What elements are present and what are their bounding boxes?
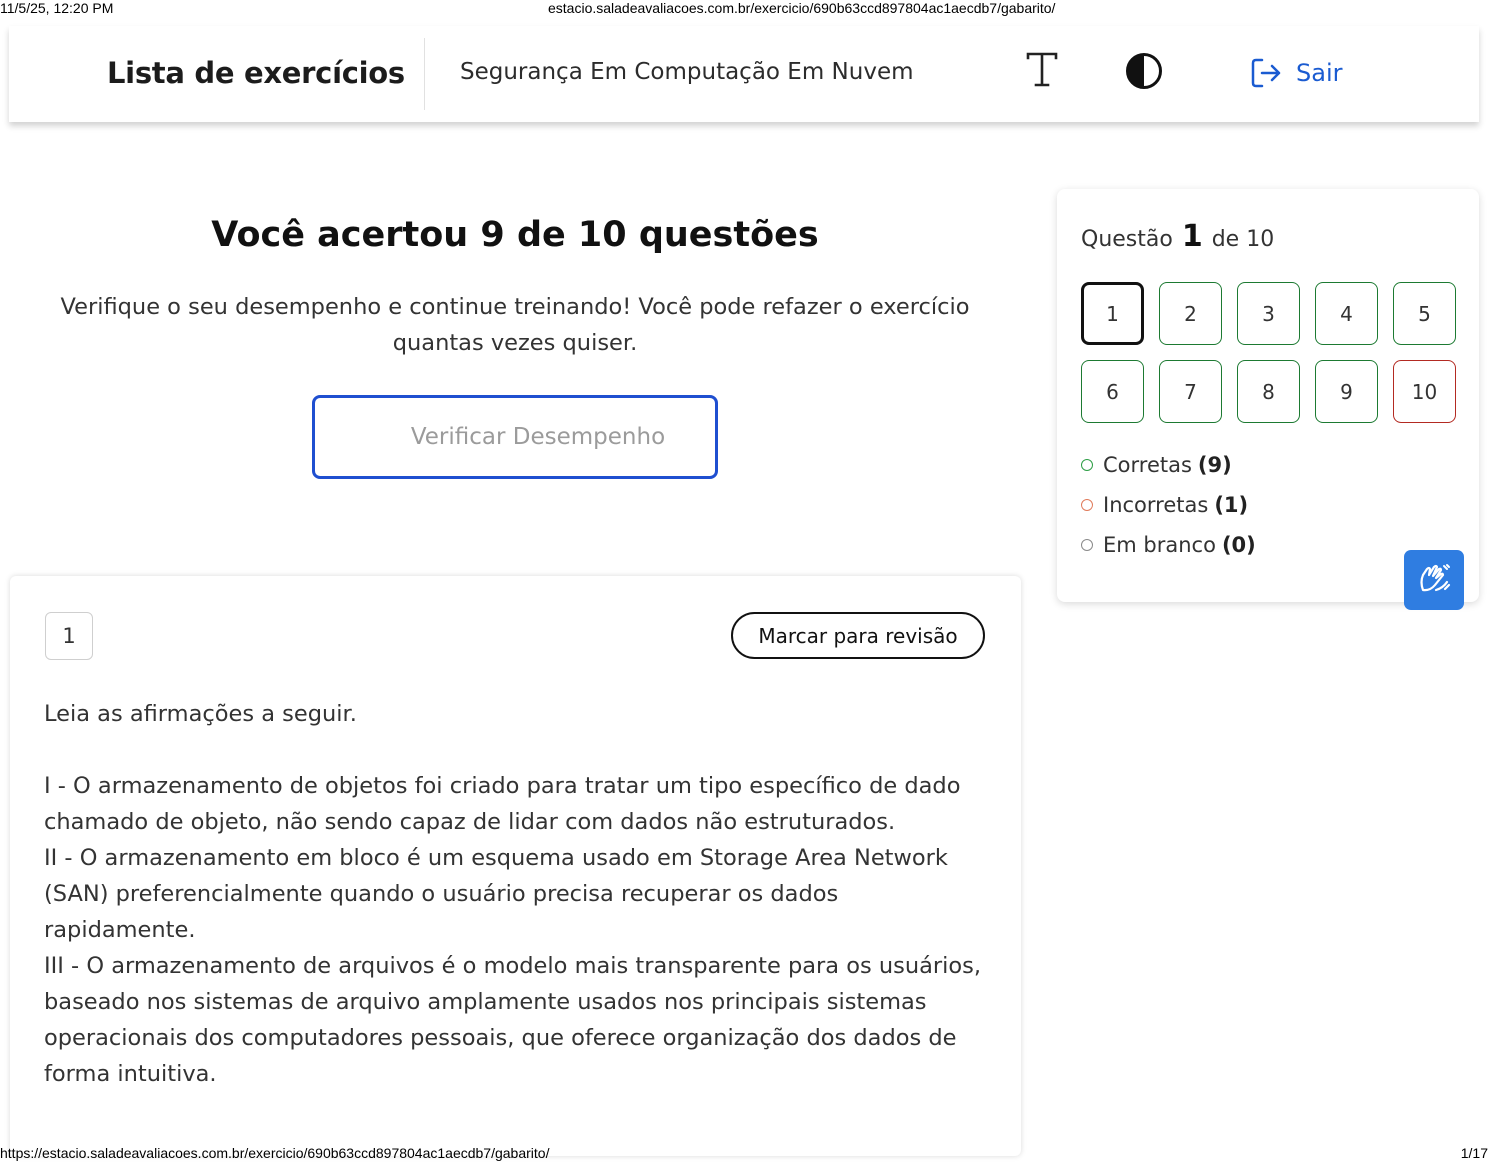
print-footer-url: https://estacio.saladeavaliacoes.com.br/… xyxy=(0,1145,550,1161)
question-button-8[interactable]: 8 xyxy=(1237,360,1300,423)
question-number-badge: 1 xyxy=(45,612,93,660)
question-button-10[interactable]: 10 xyxy=(1393,360,1456,423)
blank-dot-icon xyxy=(1081,539,1093,551)
font-size-icon[interactable] xyxy=(1024,50,1060,90)
question-button-5[interactable]: 5 xyxy=(1393,282,1456,345)
legend-correct-count: (9) xyxy=(1197,453,1232,477)
question-card: 1 Marcar para revisão Leia as afirmações… xyxy=(10,576,1021,1156)
legend-incorrect: Incorretas (1) xyxy=(1081,485,1256,525)
verify-performance-button[interactable]: Verificar Desempenho xyxy=(312,395,718,479)
question-grid: 1 2 3 4 5 6 7 8 9 10 xyxy=(1081,282,1457,423)
logout-icon xyxy=(1251,58,1281,88)
header-divider xyxy=(424,38,425,110)
correct-dot-icon xyxy=(1081,459,1093,471)
legend-blank: Em branco (0) xyxy=(1081,525,1256,565)
mark-for-review-button[interactable]: Marcar para revisão xyxy=(731,612,985,659)
legend-incorrect-count: (1) xyxy=(1214,493,1249,517)
question-navigator: Questão 1 de 10 1 2 3 4 5 6 7 8 9 10 Cor… xyxy=(1057,189,1479,602)
question-button-3[interactable]: 3 xyxy=(1237,282,1300,345)
legend-correct-label: Corretas xyxy=(1103,453,1192,477)
verify-performance-label: Verificar Desempenho xyxy=(410,424,666,450)
question-button-2[interactable]: 2 xyxy=(1159,282,1222,345)
question-counter-suffix: de 10 xyxy=(1211,227,1275,252)
result-title: Você acertou 9 de 10 questões xyxy=(211,215,819,255)
question-button-6[interactable]: 6 xyxy=(1081,360,1144,423)
print-url: estacio.saladeavaliacoes.com.br/exercici… xyxy=(548,0,1056,16)
question-counter-current: 1 xyxy=(1181,219,1203,254)
subject-name: Segurança Em Computação Em Nuvem xyxy=(460,59,914,85)
question-counter-prefix: Questão xyxy=(1081,227,1173,252)
print-datetime: 11/5/25, 12:20 PM xyxy=(0,0,114,16)
result-description: Verifique o seu desempenho e continue tr… xyxy=(60,294,970,356)
sign-language-icon xyxy=(1420,564,1451,592)
legend-blank-label: Em branco xyxy=(1103,533,1216,557)
sign-language-button[interactable] xyxy=(1404,550,1464,610)
question-statement: Leia as afirmações a seguir. I - O armaz… xyxy=(44,696,989,1092)
question-intro: Leia as afirmações a seguir. xyxy=(44,701,357,727)
answer-legend: Corretas (9) Incorretas (1) Em branco (0… xyxy=(1081,445,1256,565)
legend-correct: Corretas (9) xyxy=(1081,445,1256,485)
question-button-4[interactable]: 4 xyxy=(1315,282,1378,345)
question-counter: Questão 1 de 10 xyxy=(1081,219,1274,254)
print-page-number: 1/17 xyxy=(1460,1145,1488,1161)
page-title: Lista de exercícios xyxy=(107,56,405,90)
question-button-7[interactable]: 7 xyxy=(1159,360,1222,423)
legend-blank-count: (0) xyxy=(1221,533,1256,557)
statement-item: II - O armazenamento em bloco é um esque… xyxy=(44,845,948,943)
incorrect-dot-icon xyxy=(1081,499,1093,511)
legend-incorrect-label: Incorretas xyxy=(1103,493,1209,517)
statement-item: I - O armazenamento de objetos foi criad… xyxy=(44,773,961,835)
top-navigation-bar: Lista de exercícios Segurança Em Computa… xyxy=(9,26,1479,122)
print-header: 11/5/25, 12:20 PM estacio.saladeavaliaco… xyxy=(0,0,1488,16)
logout-button[interactable]: Sair xyxy=(1250,56,1342,90)
question-button-1[interactable]: 1 xyxy=(1081,282,1144,345)
question-button-9[interactable]: 9 xyxy=(1315,360,1378,423)
statement-item: III - O armazenamento de arquivos é o mo… xyxy=(44,953,982,1087)
print-footer: https://estacio.saladeavaliacoes.com.br/… xyxy=(0,1145,1488,1162)
contrast-icon[interactable] xyxy=(1125,52,1163,90)
logout-label: Sair xyxy=(1296,59,1343,87)
